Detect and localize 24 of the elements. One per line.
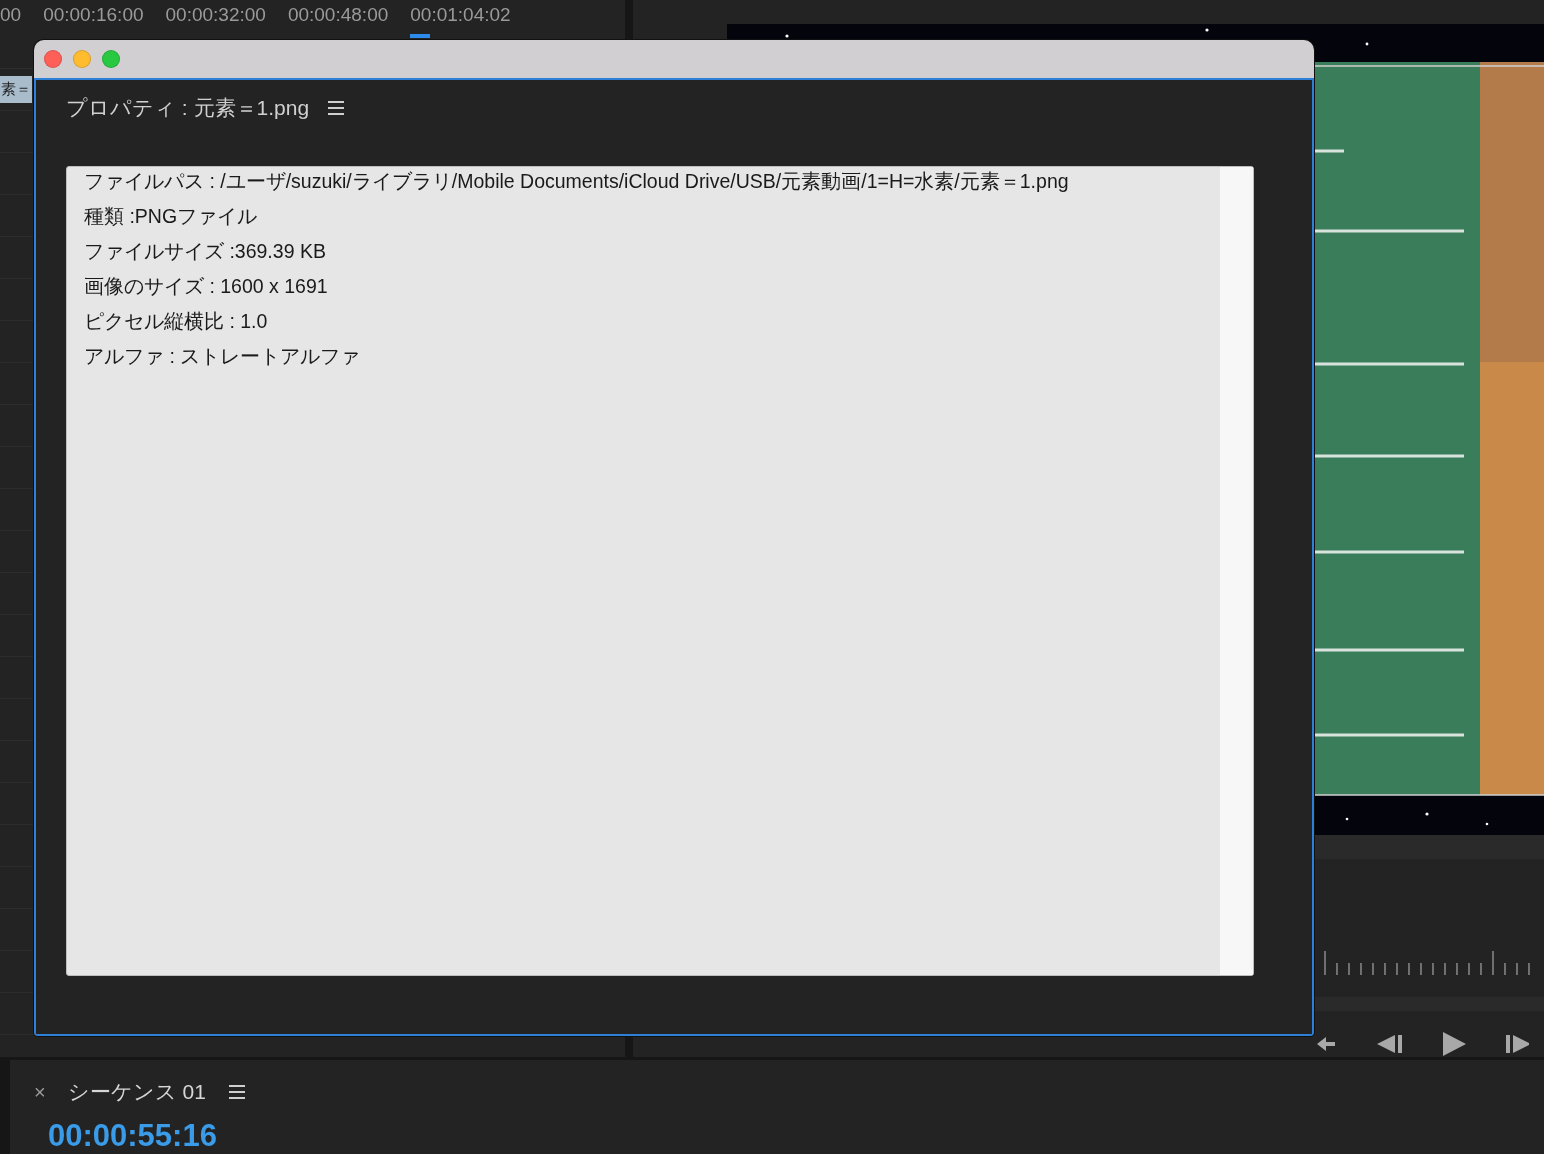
play-icon[interactable] (1441, 1031, 1467, 1057)
scrollbar-track[interactable] (1220, 167, 1253, 975)
playhead-timecode[interactable]: 00:00:55:16 (34, 1120, 1544, 1151)
step-back-icon[interactable] (1375, 1033, 1403, 1055)
property-line: ピクセル縦横比 : 1.0 (84, 309, 269, 334)
panel-title: プロパティ : 元素＝1.png (66, 95, 310, 121)
close-tab-button[interactable]: × (34, 1080, 46, 1104)
step-forward-icon[interactable] (1505, 1033, 1529, 1055)
property-line: アルファ : ストレートアルファ (84, 344, 362, 369)
property-line: 種類 :PNGファイル (84, 204, 259, 229)
property-line: 画像のサイズ : 1600 x 1691 (84, 274, 329, 299)
go-to-in-icon[interactable] (1315, 1034, 1337, 1054)
panel-menu-icon[interactable] (327, 100, 346, 116)
clip-label[interactable]: 素＝ (0, 76, 32, 103)
property-line: ファイルサイズ :369.39 KB (84, 239, 327, 264)
ruler-time-label: 00 (0, 4, 22, 26)
panel-menu-icon[interactable] (227, 1084, 246, 1100)
ruler-time-label: 00:00:48:00 (287, 4, 389, 26)
ruler-time-label: 00:01:04:02 (410, 4, 511, 26)
ruler-time-label: 00:00:16:00 (43, 4, 144, 26)
property-line: ファイルパス : /ユーザ/suzuki/ライブラリ/Mobile Documents/iCloud Drive/USB/元素動画/1=H=水素/元素＝1.png (84, 169, 1070, 194)
ruler-time-label: 00:00:32:00 (165, 4, 266, 26)
playhead-marker[interactable] (410, 34, 430, 38)
sequence-tab-title[interactable]: シーケンス 01 (67, 1078, 206, 1106)
